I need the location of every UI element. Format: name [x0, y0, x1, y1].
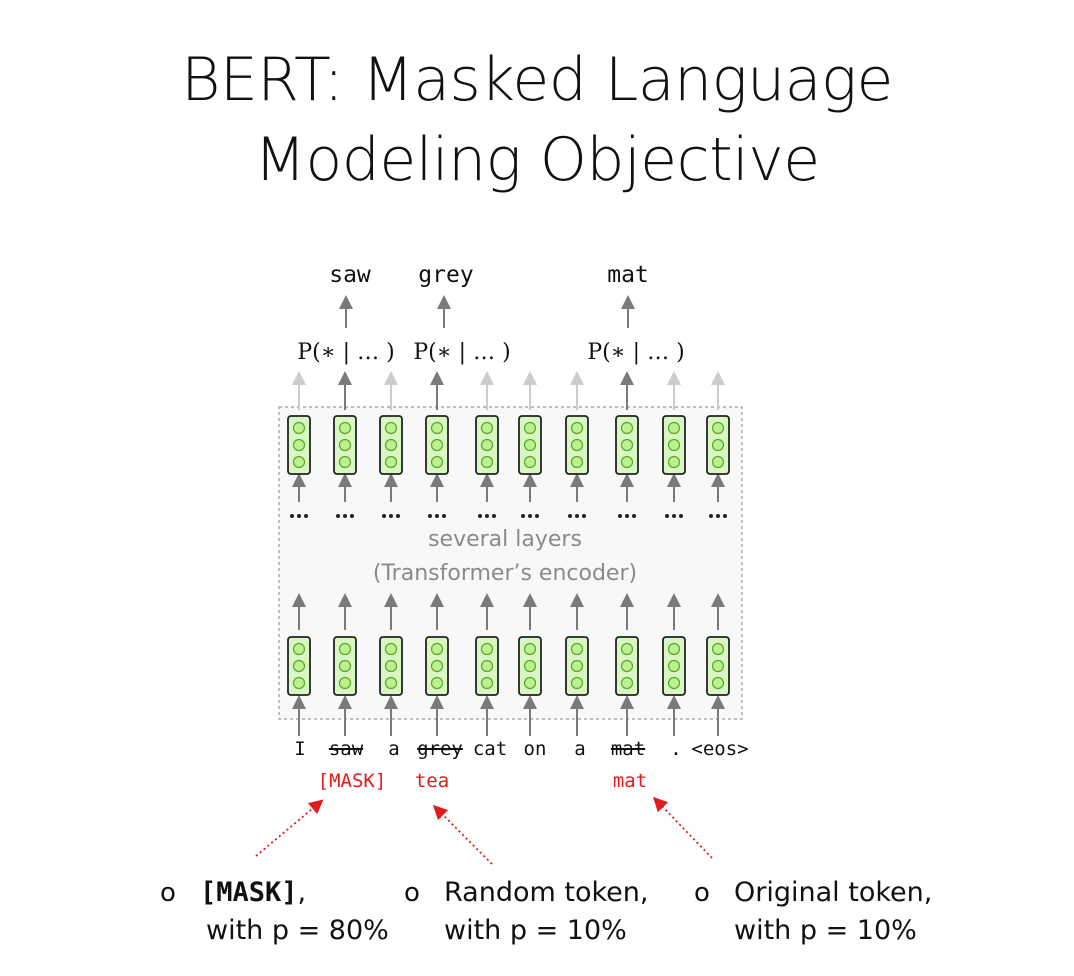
ellipsis-8 — [618, 514, 636, 518]
bottom-vector-6 — [518, 636, 542, 696]
top-vector-4 — [425, 415, 449, 475]
ellipsis-9 — [665, 514, 683, 518]
input-token-7: a — [574, 738, 586, 760]
replacement-original: mat — [612, 770, 648, 792]
bottom-vector-1 — [287, 636, 311, 696]
input-token-8-struck: mat — [610, 738, 646, 760]
replacement-random: tea — [414, 770, 450, 792]
bottom-vector-9 — [662, 636, 686, 696]
input-token-10: <eos> — [691, 738, 749, 760]
top-vector-1 — [287, 415, 311, 475]
input-token-5: cat — [472, 738, 508, 760]
bullet-original: o Original token, with p = 10% — [694, 874, 933, 950]
bottom-vector-5 — [475, 636, 499, 696]
bullet-random: o Random token, with p = 10% — [404, 874, 649, 950]
replacement-mask: [MASK] — [317, 770, 387, 792]
bullet-circle-icon: o — [404, 878, 420, 908]
bullet-random-text: Random token, — [444, 877, 649, 908]
top-vector-7 — [565, 415, 589, 475]
bullet-circle-icon: o — [694, 878, 710, 908]
top-vector-6 — [518, 415, 542, 475]
bullet-mask-bold: [MASK] — [200, 877, 298, 908]
input-token-9: . — [670, 738, 682, 760]
input-token-4-struck: grey — [417, 738, 463, 760]
bullet-mask-prob: with p = 80% — [206, 915, 389, 946]
bottom-vector-2 — [333, 636, 357, 696]
bullet-mask-comma: , — [297, 877, 307, 908]
input-token-3: a — [388, 738, 400, 760]
random-pointer-arrow — [432, 804, 493, 865]
bottom-vector-7 — [565, 636, 589, 696]
encoder-label-line-1: several layers — [428, 527, 582, 552]
bullet-mask: o [MASK], with p = 80% — [160, 874, 389, 950]
bullet-original-prob: with p = 10% — [734, 915, 917, 946]
top-vector-10 — [706, 415, 730, 475]
bottom-vector-3 — [379, 636, 403, 696]
bottom-vector-4 — [425, 636, 449, 696]
top-vector-9 — [662, 415, 686, 475]
top-vector-5 — [475, 415, 499, 475]
bullet-circle-icon: o — [160, 878, 176, 908]
mask-pointer-arrow — [255, 799, 324, 857]
ellipsis-4 — [428, 514, 446, 518]
ellipsis-1 — [290, 514, 308, 518]
bottom-vector-10 — [706, 636, 730, 696]
input-token-6: on — [523, 738, 547, 760]
ellipsis-10 — [709, 514, 727, 518]
bullet-original-text: Original token, — [734, 877, 933, 908]
top-vector-8 — [615, 415, 639, 475]
ellipsis-5 — [478, 514, 496, 518]
input-token-2-struck: saw — [328, 738, 364, 760]
top-vector-3 — [379, 415, 403, 475]
top-vector-2 — [333, 415, 357, 475]
input-token-1: I — [294, 738, 306, 760]
bullet-random-prob: with p = 10% — [444, 915, 627, 946]
bottom-vector-8 — [615, 636, 639, 696]
ellipsis-6 — [521, 514, 539, 518]
original-pointer-arrow — [653, 796, 713, 859]
bert-diagram — [255, 295, 743, 865]
encoder-label-line-2: (Transformer’s encoder) — [372, 561, 638, 586]
ellipsis-2 — [336, 514, 354, 518]
ellipsis-7 — [568, 514, 586, 518]
ellipsis-3 — [382, 514, 400, 518]
